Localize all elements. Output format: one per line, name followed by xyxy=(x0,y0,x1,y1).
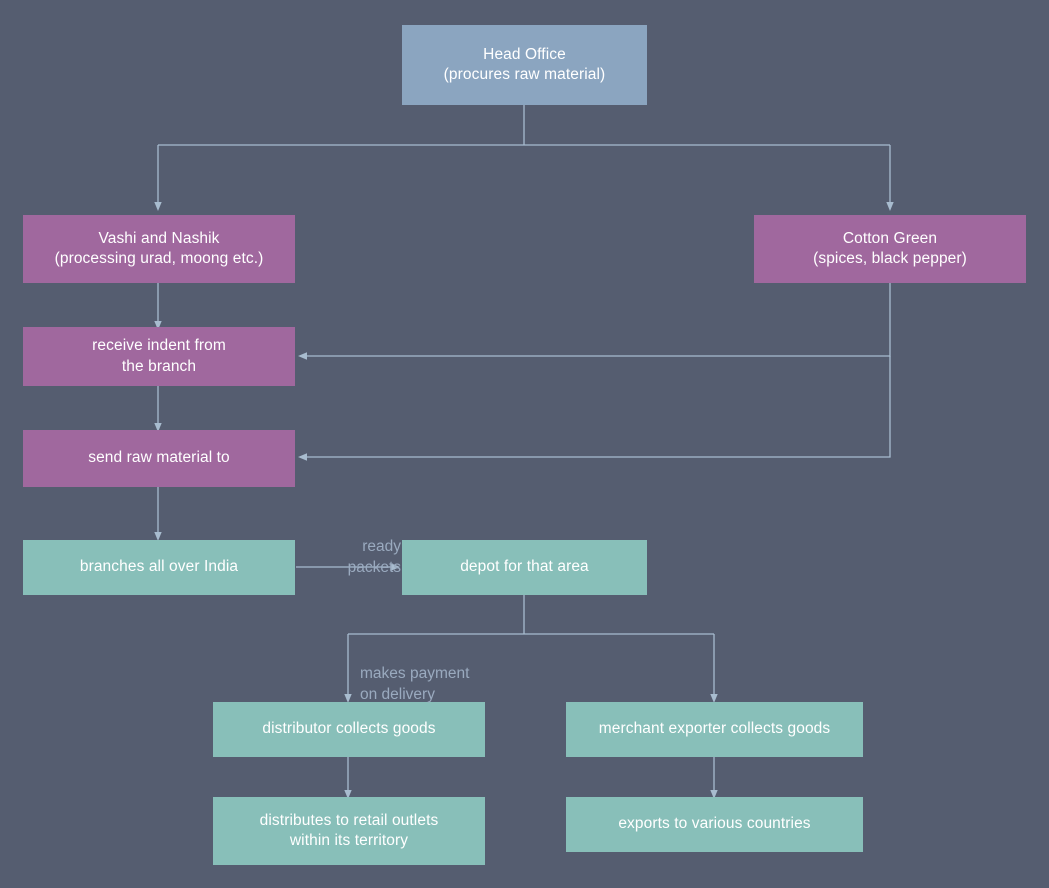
node-distributor-collects-goods-label: distributor collects goods xyxy=(262,720,436,738)
node-exports-to-various-countries-label: exports to various countries xyxy=(618,815,811,833)
node-merchant-exporter-collects-goods[interactable]: merchant exporter collects goods xyxy=(566,702,863,757)
node-vashi-and-nashik-label: Vashi and Nashik (processing urad, moong… xyxy=(54,229,264,267)
edge-label-ready-packets-text: ready packets xyxy=(347,538,401,576)
node-depot-for-that-area-label: depot for that area xyxy=(460,558,589,576)
node-head-office-label: Head Office (procures raw material) xyxy=(443,45,606,83)
node-head-office[interactable]: Head Office (procures raw material) xyxy=(402,25,647,105)
edge-label-makes-payment-on-delivery: makes payment on delivery xyxy=(360,644,590,705)
node-receive-indent-label: receive indent from the branch xyxy=(92,337,226,375)
edge-label-ready-packets: ready packets xyxy=(262,517,401,578)
node-branches-all-over-india[interactable]: branches all over India xyxy=(23,540,295,595)
node-receive-indent[interactable]: receive indent from the branch xyxy=(23,327,295,386)
node-send-raw-material-label: send raw material to xyxy=(88,449,230,467)
node-cotton-green[interactable]: Cotton Green (spices, black pepper) xyxy=(754,215,1026,283)
node-distributor-collects-goods[interactable]: distributor collects goods xyxy=(213,702,485,757)
node-vashi-and-nashik[interactable]: Vashi and Nashik (processing urad, moong… xyxy=(23,215,295,283)
flowchart-canvas: Head Office (procures raw material) Vash… xyxy=(0,0,1049,888)
connector-cotton-green-to-receive-indent xyxy=(298,283,891,360)
node-cotton-green-label: Cotton Green (spices, black pepper) xyxy=(813,229,967,267)
node-depot-for-that-area[interactable]: depot for that area xyxy=(402,540,647,595)
edge-label-makes-payment-on-delivery-text: makes payment on delivery xyxy=(360,665,470,703)
node-merchant-exporter-collects-goods-label: merchant exporter collects goods xyxy=(598,720,831,738)
node-send-raw-material[interactable]: send raw material to xyxy=(23,430,295,487)
node-branches-all-over-india-label: branches all over India xyxy=(79,558,239,576)
node-distributes-to-retail-outlets[interactable]: distributes to retail outlets within its… xyxy=(213,797,485,865)
connector-cotton-green-to-send-raw-material xyxy=(298,356,891,461)
node-distributes-to-retail-outlets-label: distributes to retail outlets within its… xyxy=(259,811,439,849)
node-exports-to-various-countries[interactable]: exports to various countries xyxy=(566,797,863,852)
